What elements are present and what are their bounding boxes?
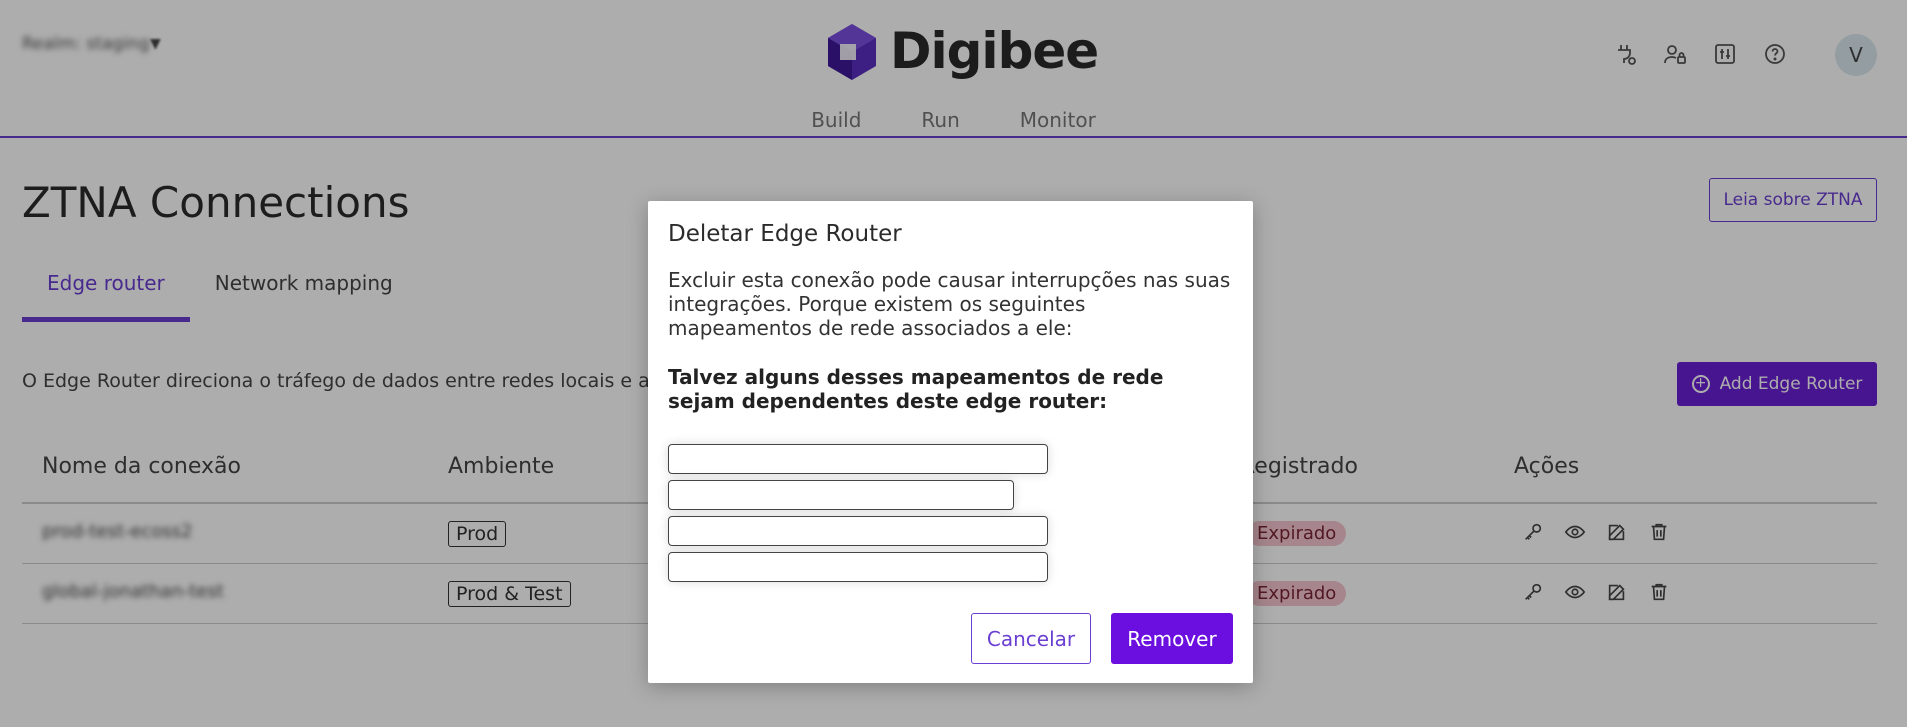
dialog-warning: Talvez alguns desses mapeamentos de rede… xyxy=(668,365,1164,413)
dialog-title: Deletar Edge Router xyxy=(668,221,902,247)
list-item xyxy=(668,516,1048,546)
delete-edge-router-dialog: Deletar Edge Router Excluir esta conexão… xyxy=(648,201,1253,683)
cancel-button[interactable]: Cancelar xyxy=(971,613,1091,664)
remove-button[interactable]: Remover xyxy=(1111,613,1233,664)
list-item xyxy=(668,480,1014,510)
list-item xyxy=(668,444,1048,474)
list-item xyxy=(668,552,1048,582)
network-mapping-list xyxy=(668,444,1048,588)
dialog-message: Excluir esta conexão pode causar interru… xyxy=(668,268,1231,340)
